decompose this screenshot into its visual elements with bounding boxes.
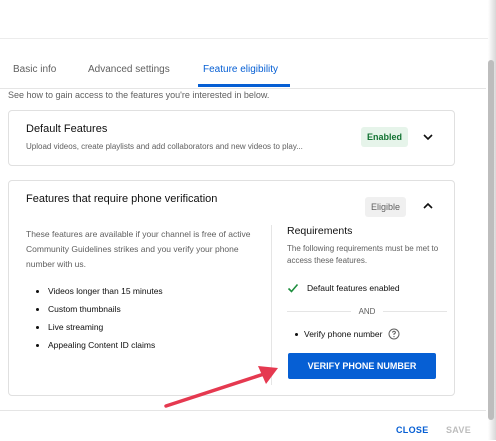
and-label: AND (358, 307, 376, 316)
requirement-pending-label: Verify phone number (304, 329, 383, 339)
enabled-badge: Enabled (361, 127, 409, 147)
save-button[interactable]: SAVE (446, 425, 471, 435)
requirements-panel: Requirements The following requirements … (287, 225, 448, 340)
requirement-pending-row: Verify phone number (287, 328, 447, 340)
tab-advanced-settings[interactable]: Advanced settings (88, 52, 170, 88)
requirements-title: Requirements (287, 225, 353, 237)
tab-basic-info[interactable]: Basic info (13, 52, 56, 88)
check-icon (287, 282, 299, 294)
default-features-subtitle: Upload videos, create playlists and add … (26, 142, 303, 151)
requirement-met-label: Default features enabled (307, 283, 400, 293)
active-tab-indicator (198, 84, 290, 87)
list-item: Videos longer than 15 minutes (36, 282, 266, 300)
intro-text: See how to gain access to the features y… (8, 90, 270, 100)
requirement-met-row: Default features enabled (287, 281, 447, 295)
close-button[interactable]: CLOSE (396, 425, 429, 435)
dialog-top-bar (0, 0, 496, 39)
dialog-footer: CLOSE SAVE (0, 410, 486, 441)
chevron-down-icon[interactable] (419, 128, 437, 146)
requirements-description: The following requirements must be met t… (287, 244, 439, 265)
scrollbar[interactable] (488, 60, 494, 420)
default-features-title: Default Features (26, 123, 108, 135)
chevron-up-icon[interactable] (419, 197, 437, 215)
help-circle-icon[interactable] (388, 328, 400, 340)
phone-features-title: Features that require phone verification (26, 193, 218, 205)
and-separator: AND (287, 307, 448, 316)
phone-features-description: These features are available if your cha… (26, 229, 251, 269)
list-item: Appealing Content ID claims (36, 336, 266, 354)
eligible-badge: Eligible (365, 197, 407, 217)
bullet (295, 332, 298, 336)
default-features-card[interactable]: Default Features Upload videos, create p… (8, 110, 455, 166)
list-item: Live streaming (36, 318, 266, 336)
phone-features-details: These features are available if your cha… (26, 227, 266, 354)
verify-phone-number-button[interactable]: VERIFY PHONE NUMBER (288, 353, 436, 379)
column-divider (271, 225, 272, 385)
feature-list: Videos longer than 15 minutes Custom thu… (36, 282, 266, 354)
annotation-arrow-icon (164, 366, 278, 408)
tab-feature-eligibility[interactable]: Feature eligibility (203, 52, 278, 88)
tab-bar: Basic info Advanced settings Feature eli… (0, 52, 486, 89)
list-item: Custom thumbnails (36, 300, 266, 318)
